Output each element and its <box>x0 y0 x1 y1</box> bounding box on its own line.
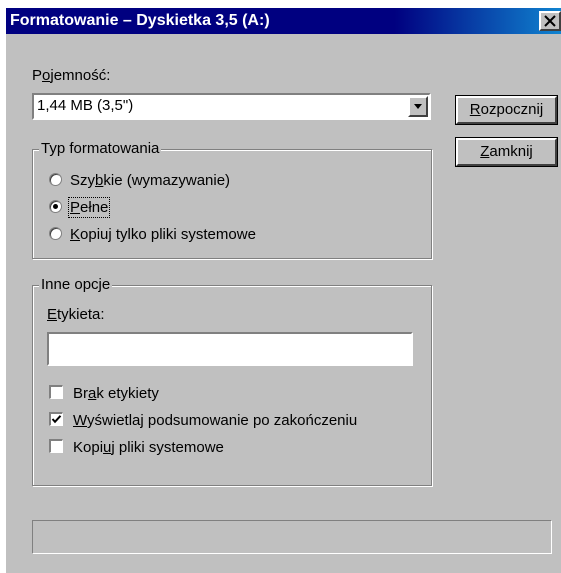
chevron-down-icon <box>414 104 422 109</box>
radio-button[interactable] <box>49 200 62 213</box>
volume-label-input[interactable] <box>49 334 411 364</box>
check-show-summary[interactable]: Wyświetlaj podsumowanie po zakończeniu <box>49 412 357 429</box>
checkbox[interactable] <box>49 439 63 453</box>
checkmark-icon <box>51 415 62 424</box>
format-dialog: Formatowanie – Dyskietka 3,5 (A:) Pojemn… <box>6 8 561 573</box>
checkbox-label: Wyświetlaj podsumowanie po zakończeniu <box>73 412 358 429</box>
check-no-label[interactable]: Brak etykiety <box>49 385 159 402</box>
other-options-group: Inne opcje Etykieta: Brak etykiety Wyświ… <box>32 276 432 486</box>
radio-label: Kopiuj tylko pliki systemowe <box>70 226 256 243</box>
radio-quick[interactable]: Szybkie (wymazywanie) <box>49 172 230 189</box>
close-button[interactable]: Zamknij <box>455 137 558 167</box>
capacity-dropdown-button[interactable] <box>408 96 428 117</box>
title-bar[interactable]: Formatowanie – Dyskietka 3,5 (A:) <box>6 8 561 34</box>
check-copy-system[interactable]: Kopiuj pliki systemowe <box>49 439 224 456</box>
radio-button[interactable] <box>49 227 62 240</box>
close-window-button[interactable] <box>539 11 561 31</box>
other-options-legend: Inne opcje <box>39 276 113 293</box>
volume-label-input-box[interactable] <box>47 332 413 366</box>
close-icon <box>544 15 556 27</box>
capacity-value: 1,44 MB (3,5") <box>37 97 134 114</box>
window-title: Formatowanie – Dyskietka 3,5 (A:) <box>10 12 270 29</box>
checkbox-label: Brak etykiety <box>73 385 159 402</box>
radio-button[interactable] <box>49 173 62 186</box>
format-type-group: Typ formatowania Szybkie (wymazywanie) P… <box>32 140 432 259</box>
radio-system-only[interactable]: Kopiuj tylko pliki systemowe <box>49 226 256 243</box>
radio-label: Szybkie (wymazywanie) <box>70 172 231 189</box>
start-button[interactable]: Rozpocznij <box>455 95 558 125</box>
capacity-select[interactable]: 1,44 MB (3,5") <box>32 93 431 120</box>
radio-label: Pełne <box>67 197 111 218</box>
volume-label-caption: Etykieta: <box>47 306 105 323</box>
capacity-label: Pojemność: <box>32 67 111 84</box>
radio-full[interactable]: Pełne <box>49 197 111 218</box>
format-type-legend: Typ formatowania <box>39 140 162 157</box>
progress-bar <box>32 520 552 554</box>
checkbox[interactable] <box>49 412 63 426</box>
checkbox[interactable] <box>49 385 63 399</box>
checkbox-label: Kopiuj pliki systemowe <box>73 439 224 456</box>
